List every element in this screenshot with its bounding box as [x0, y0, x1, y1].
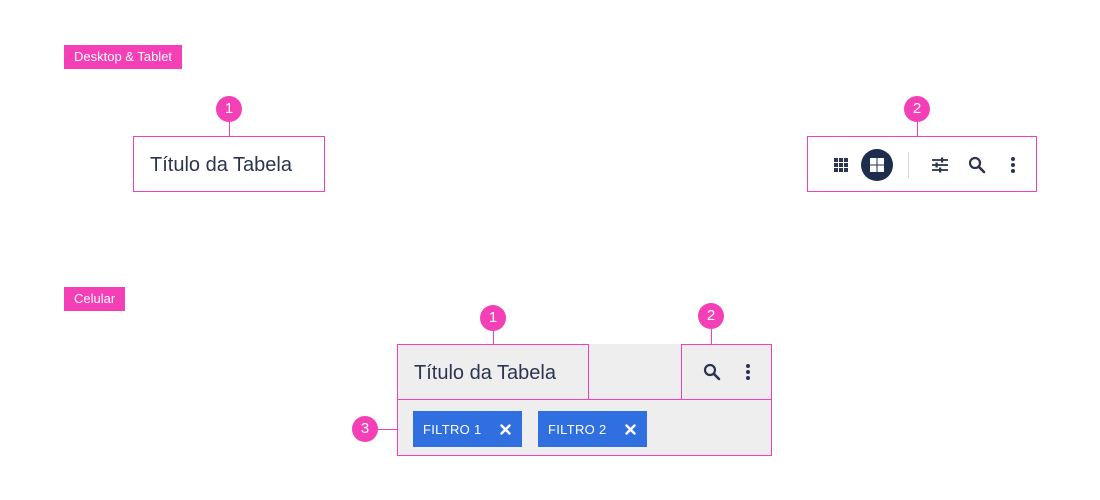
table-title: Título da Tabela [150, 154, 292, 176]
more-vertical-icon[interactable] [736, 360, 760, 384]
annotation-leader [229, 122, 230, 136]
annotation-marker-1: 1 [216, 96, 242, 122]
section-label-mobile: Celular [64, 287, 126, 311]
grid-large-icon[interactable] [861, 149, 893, 181]
filter-sliders-icon[interactable] [928, 153, 952, 177]
table-title: Título da Tabela [414, 362, 556, 384]
search-icon[interactable] [965, 153, 989, 177]
annotation-marker-2: 2 [904, 96, 930, 122]
annotation-leader [917, 122, 918, 136]
annotation-marker-3: 3 [352, 416, 378, 442]
toolbar-divider [908, 152, 909, 178]
close-icon[interactable] [499, 423, 511, 435]
annotation-leader [378, 429, 397, 430]
filter-chip[interactable]: FILTRO 1 [413, 411, 522, 447]
annotation-leader [493, 331, 494, 344]
filter-chip-label: FILTRO 2 [548, 421, 607, 437]
more-vertical-icon[interactable] [1001, 153, 1025, 177]
section-label-desktop: Desktop & Tablet [64, 45, 183, 69]
search-icon[interactable] [700, 360, 724, 384]
close-icon[interactable] [624, 423, 636, 435]
grid-small-icon[interactable] [829, 153, 853, 177]
filter-chip[interactable]: FILTRO 2 [538, 411, 647, 447]
annotation-marker-1: 1 [480, 305, 506, 331]
filter-chip-label: FILTRO 1 [423, 421, 482, 437]
annotation-marker-2: 2 [698, 303, 724, 329]
annotation-leader [711, 329, 712, 344]
